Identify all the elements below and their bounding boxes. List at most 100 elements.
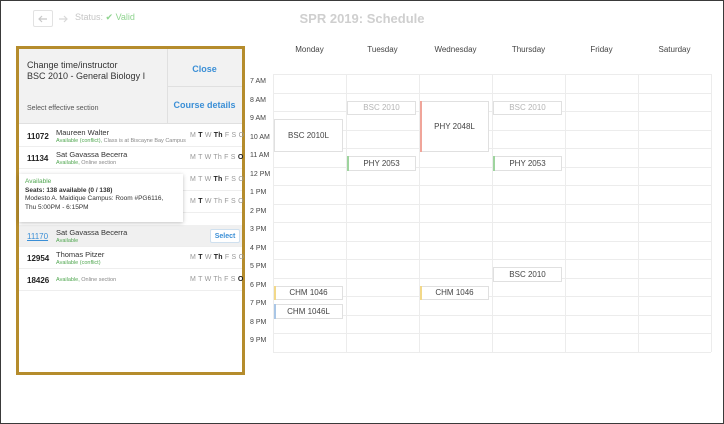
time-label: 2 PM bbox=[250, 207, 267, 215]
meeting-days: M T W Th F S O bbox=[190, 154, 243, 161]
day-letter: Th bbox=[213, 154, 222, 161]
meeting-days: M T W Th F S O bbox=[190, 132, 244, 139]
event-label: BSC 2010L bbox=[288, 131, 329, 140]
section-row[interactable]: 18426 Available, Online section M T W Th F… bbox=[19, 269, 243, 291]
availability-status: Available bbox=[56, 238, 79, 244]
day-letter: Th bbox=[213, 176, 223, 183]
calendar-event[interactable]: PHY 2053 bbox=[493, 156, 562, 171]
grid-row-line bbox=[273, 351, 711, 353]
event-label: PHY 2053 bbox=[509, 158, 546, 168]
course-details-button[interactable]: Course details bbox=[167, 100, 242, 110]
day-letter: Th bbox=[213, 132, 223, 139]
time-label: 12 PM bbox=[250, 170, 271, 178]
availability-text: Available (conflict) bbox=[56, 260, 101, 266]
day-letter: S bbox=[231, 132, 237, 139]
event-accent-bar bbox=[274, 285, 276, 300]
availability-text: Available, Online section bbox=[56, 277, 116, 283]
day-letter: M bbox=[190, 132, 197, 139]
time-label: 8 AM bbox=[250, 96, 266, 104]
calendar-event[interactable]: PHY 2053 bbox=[347, 156, 416, 171]
availability-note: Class is at Biscayne Bay Campus bbox=[103, 138, 186, 144]
time-label: 7 AM bbox=[250, 78, 266, 85]
section-row[interactable]: 11072 Maureen Walter Available (conflict),… bbox=[19, 125, 244, 147]
grid-column-line bbox=[638, 74, 639, 352]
instructor-name: Thomas Pitzer bbox=[56, 250, 105, 259]
day-letter: S bbox=[230, 276, 236, 283]
forward-arrow-icon bbox=[59, 15, 68, 22]
top-bar: Status: ✔ Valid SPR 2019: Schedule bbox=[1, 1, 723, 35]
event-accent-bar bbox=[347, 156, 349, 171]
day-letter: O bbox=[237, 154, 244, 161]
day-letter: S bbox=[231, 176, 237, 183]
day-letter: O bbox=[238, 176, 244, 183]
back-button[interactable] bbox=[33, 10, 53, 27]
time-label: 4 PM bbox=[250, 244, 267, 252]
time-label: 6 PM bbox=[250, 281, 267, 289]
section-crn[interactable]: 11170 bbox=[27, 232, 48, 241]
day-letter: O bbox=[238, 132, 245, 139]
meeting-days: M T W Th F S O bbox=[190, 276, 243, 283]
select-section-button[interactable]: Select bbox=[210, 229, 240, 243]
time-label: 5 PM bbox=[250, 263, 267, 270]
meeting-days: M T W Th F S O bbox=[190, 198, 244, 205]
day-header-wednesday: Wednesday bbox=[434, 45, 477, 54]
day-header-tuesday: Tuesday bbox=[367, 45, 398, 54]
day-header-thursday: Thursday bbox=[511, 45, 546, 54]
calendar-event[interactable]: BSC 2010 bbox=[347, 100, 416, 115]
event-accent-bar bbox=[274, 304, 276, 319]
day-letter: F bbox=[224, 276, 229, 283]
time-label: 1 PM bbox=[250, 189, 267, 196]
calendar-event[interactable]: CHM 1046 bbox=[274, 285, 343, 300]
day-letter: F bbox=[224, 132, 230, 139]
change-section-panel: Change time/instructor BSC 2010 - Genera… bbox=[16, 46, 245, 375]
time-label: 9 AM bbox=[250, 115, 266, 122]
section-row[interactable]: 11170 Sat Gavassa Becerra Available Select bbox=[19, 225, 242, 247]
day-letter: M bbox=[190, 276, 197, 283]
close-button[interactable]: Close bbox=[167, 64, 242, 74]
calendar-event[interactable]: BSC 2010 bbox=[493, 100, 562, 115]
calendar-event[interactable]: CHM 1046L bbox=[274, 304, 343, 319]
time-label: 7 PM bbox=[250, 300, 267, 307]
availability-text: Available (conflict), Class is at Biscay… bbox=[56, 138, 186, 144]
calendar-event[interactable]: CHM 1046 bbox=[420, 285, 489, 300]
instructor-name: Maureen Walter bbox=[56, 128, 110, 137]
section-row[interactable]: 11134 Sat Gavassa Becerra Available, Onlin… bbox=[19, 147, 243, 169]
day-letter: S bbox=[231, 198, 236, 205]
day-letter: M bbox=[190, 198, 197, 205]
event-accent-bar bbox=[420, 285, 422, 300]
day-letter: M bbox=[190, 154, 197, 161]
time-label: 11 AM bbox=[250, 152, 270, 159]
day-letter: F bbox=[224, 176, 230, 183]
meeting-days: M T W Th F S O bbox=[190, 254, 244, 261]
day-letter: T bbox=[198, 276, 203, 283]
availability-status: Available, bbox=[56, 277, 80, 283]
section-crn: 11072 bbox=[27, 132, 49, 141]
section-row[interactable]: 12954 Thomas Pitzer Available (conflict) M … bbox=[19, 247, 244, 269]
event-label: CHM 1046L bbox=[287, 306, 330, 316]
availability-note: Online section bbox=[81, 277, 117, 283]
day-letter: Th bbox=[213, 198, 223, 205]
event-accent-bar bbox=[420, 100, 422, 152]
day-letter: W bbox=[204, 176, 212, 183]
availability-text: Available, Online section bbox=[56, 160, 116, 166]
grid-column-line bbox=[346, 74, 347, 352]
day-letter: W bbox=[204, 254, 212, 261]
day-letter: W bbox=[204, 132, 212, 139]
day-letter: T bbox=[198, 154, 203, 161]
day-letter: W bbox=[204, 198, 212, 205]
tooltip-location: Modesto A. Maidique Campus: Room #PG6116… bbox=[25, 195, 164, 202]
day-letter: O bbox=[237, 276, 244, 283]
day-letter: O bbox=[238, 198, 244, 205]
event-label: BSC 2010 bbox=[363, 103, 400, 113]
availability-text: Available bbox=[56, 238, 78, 244]
grid-column-line bbox=[711, 74, 712, 352]
time-label: 10 AM bbox=[250, 133, 270, 141]
tooltip-time: Thu 5:00PM - 6:15PM bbox=[25, 203, 89, 211]
forward-button[interactable] bbox=[53, 10, 73, 27]
event-label: BSC 2010 bbox=[509, 269, 546, 279]
day-letter: T bbox=[198, 176, 203, 183]
calendar-event[interactable]: BSC 2010 bbox=[493, 267, 562, 282]
availability-status: Available (conflict), bbox=[56, 138, 103, 144]
calendar-event[interactable]: BSC 2010L bbox=[274, 119, 343, 152]
calendar-event[interactable]: PHY 2048L bbox=[420, 100, 489, 152]
